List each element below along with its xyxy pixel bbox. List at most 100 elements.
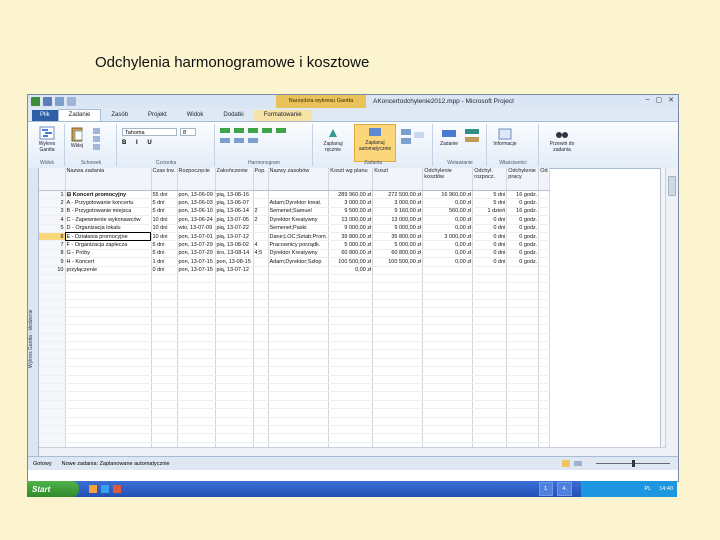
empty-cell[interactable] [151,307,178,317]
cell-extra[interactable] [538,190,550,200]
cell-id[interactable]: 7 [39,240,66,250]
empty-cell[interactable] [372,383,424,393]
empty-cell[interactable] [65,333,152,343]
empty-cell[interactable] [538,400,550,410]
empty-cell[interactable] [268,383,330,393]
empty-cell[interactable] [177,282,216,292]
cell-finish[interactable]: pią, 13-07-12 [215,266,254,275]
empty-cell[interactable] [215,425,254,435]
redo-icon[interactable] [67,97,76,106]
cell-cost[interactable]: 13 000,00 zł [372,215,424,225]
empty-cell[interactable] [538,383,550,393]
scrollbar-thumb[interactable] [668,176,676,196]
empty-cell[interactable] [538,282,550,292]
empty-cell[interactable] [151,433,178,443]
empty-cell[interactable] [39,400,66,410]
empty-cell[interactable] [372,324,424,334]
empty-cell[interactable] [422,299,474,309]
cell-cost[interactable] [372,266,424,275]
empty-cell[interactable] [372,282,424,292]
cell-start-variance[interactable]: 0 dni [472,224,508,233]
empty-cell[interactable] [506,324,540,334]
cell-duration[interactable]: 5 dni [151,198,178,208]
empty-cell[interactable] [268,349,330,359]
cell-baseline-cost[interactable]: 5 000,00 zł [328,240,374,250]
cell-predecessors[interactable] [253,232,269,242]
empty-cell[interactable] [215,274,254,284]
empty-cell[interactable] [151,408,178,418]
empty-cell[interactable] [268,400,330,410]
empty-cell[interactable] [506,274,540,284]
empty-cell[interactable] [65,341,152,351]
cell-task-name[interactable]: A - Przygotowanie koncertu [65,198,152,208]
cell-cost[interactable]: 100 500,00 zł [372,257,424,267]
empty-cell[interactable] [253,383,269,393]
cell-start-variance[interactable]: 0 dni [472,232,508,242]
column-header-start[interactable]: Rozpoczęcie [177,168,216,191]
empty-cell[interactable] [39,291,66,301]
empty-cell[interactable] [372,341,424,351]
empty-cell[interactable] [177,358,216,368]
empty-cell[interactable] [253,358,269,368]
column-header-work-variance[interactable]: Odchylenie pracy [506,168,540,191]
empty-cell[interactable] [253,341,269,351]
empty-cell[interactable] [538,341,550,351]
empty-cell[interactable] [151,383,178,393]
empty-cell[interactable] [253,391,269,401]
cell-predecessors[interactable] [253,198,269,208]
empty-cell[interactable] [215,324,254,334]
cell-finish[interactable]: pią, 13-07-12 [215,232,254,242]
empty-cell[interactable] [506,307,540,317]
empty-cell[interactable] [328,366,374,376]
empty-cell[interactable] [538,349,550,359]
cell-cost[interactable]: 35 800,00 zł [372,232,424,242]
cell-task-name[interactable]: D - Organizacja lokalu [65,224,152,233]
cell-work-variance[interactable]: 0 godz. [506,240,540,250]
cell-extra[interactable] [538,198,550,208]
empty-cell[interactable] [328,341,374,351]
empty-cell[interactable] [422,324,474,334]
cell-duration[interactable]: 10 dni [151,232,178,242]
empty-cell[interactable] [268,433,330,443]
maximize-icon[interactable]: ▢ [656,96,663,104]
empty-cell[interactable] [328,400,374,410]
empty-cell[interactable] [328,307,374,317]
cell-task-name[interactable]: H - Koncert [65,257,152,267]
cell-start[interactable]: pon, 13-07-29 [177,240,216,250]
cell-start-variance[interactable]: 0 dni [472,215,508,225]
cell-start-variance[interactable]: 0 dni [472,257,508,267]
zoom-slider[interactable] [562,460,672,467]
empty-cell[interactable] [328,433,374,443]
empty-cell[interactable] [268,391,330,401]
empty-cell[interactable] [506,291,540,301]
task-mode-icons[interactable] [400,128,428,152]
cell-cost[interactable]: 5 000,00 zł [372,240,424,250]
empty-cell[interactable] [253,417,269,426]
empty-cell[interactable] [372,349,424,359]
font-name-select[interactable]: Tahoma [122,128,177,136]
cell-start[interactable]: pon, 13-07-15 [177,266,216,275]
empty-cell[interactable] [65,316,152,326]
save-icon[interactable] [43,97,52,106]
tab-project[interactable]: Projekt [138,110,177,121]
table-row[interactable]: 4C - Zapewnienie wykonawców 10 dni pon, 13… [39,215,550,225]
empty-cell[interactable] [65,349,152,359]
empty-cell[interactable] [268,366,330,376]
cell-cost-variance[interactable]: 0,00 zł [422,240,474,250]
empty-cell[interactable] [65,425,152,435]
cell-task-name[interactable]: E - Działania promocyjne [65,232,152,242]
cell-id[interactable]: 9 [39,257,66,267]
cell-finish[interactable]: pią, 13-08-02 [215,240,254,250]
empty-cell[interactable] [39,316,66,326]
empty-cell[interactable] [39,299,66,309]
empty-cell[interactable] [506,383,540,393]
empty-cell[interactable] [177,341,216,351]
empty-cell[interactable] [151,358,178,368]
table-row[interactable]: 3B - Przygotowanie miejsca 5 dni pon, 13-0… [39,207,550,217]
empty-cell[interactable] [177,391,216,401]
tab-file[interactable]: Plik [32,110,58,121]
empty-cell[interactable] [506,366,540,376]
empty-cell[interactable] [372,400,424,410]
empty-cell[interactable] [215,291,254,301]
cell-predecessors[interactable]: 4;5 [253,249,269,259]
